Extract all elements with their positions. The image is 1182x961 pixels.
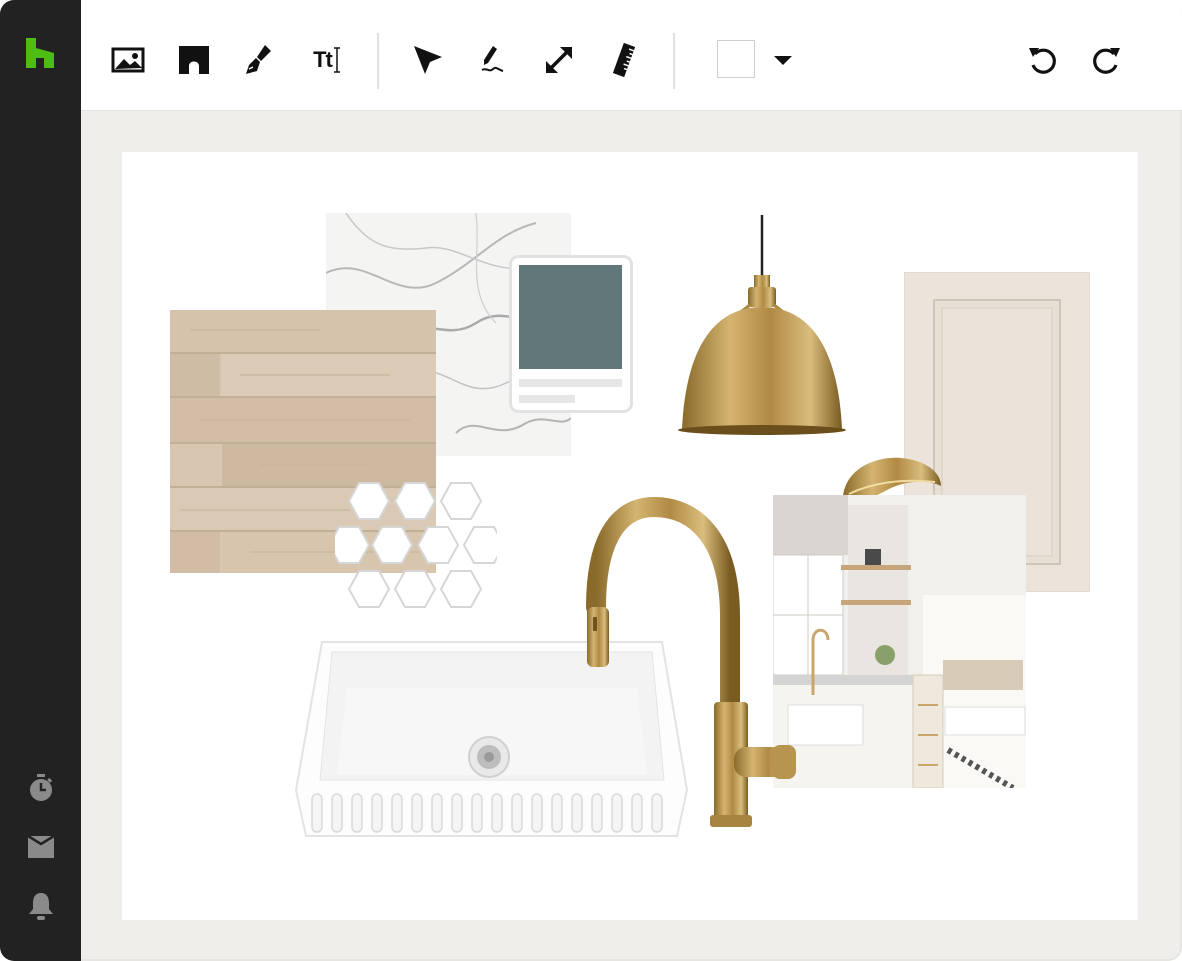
brass-pull-down-faucet[interactable]: [584, 496, 804, 837]
toolbar-divider: [377, 33, 379, 89]
redo-icon[interactable]: [1086, 40, 1126, 80]
toolbar-divider: [673, 33, 675, 89]
houzz-logo-icon[interactable]: [24, 36, 58, 70]
ruler-icon[interactable]: [604, 40, 644, 80]
image-icon[interactable]: [108, 40, 148, 80]
kitchen-inspiration-photo[interactable]: [772, 495, 1026, 795]
bell-icon[interactable]: [24, 889, 58, 923]
stopwatch-icon[interactable]: [24, 771, 58, 805]
fill-color-swatch[interactable]: [717, 40, 755, 78]
paint-swatch-card[interactable]: [509, 255, 633, 413]
white-hexagon-tile[interactable]: [327, 481, 506, 613]
arch-shape-icon[interactable]: [174, 40, 214, 80]
app-window: Tt: [0, 0, 1182, 961]
sidebar: [0, 0, 81, 961]
text-icon[interactable]: Tt: [305, 40, 349, 80]
resize-arrow-icon[interactable]: [539, 40, 579, 80]
inbox-icon[interactable]: [24, 830, 58, 864]
paintbrush-icon[interactable]: [239, 40, 279, 80]
brass-pendant-light[interactable]: [676, 215, 848, 437]
chevron-down-icon[interactable]: [771, 50, 795, 70]
moodboard-canvas[interactable]: [122, 152, 1138, 920]
text-tool-label: Tt: [313, 47, 333, 72]
pointer-arrow-icon[interactable]: [408, 40, 448, 80]
undo-icon[interactable]: [1023, 40, 1063, 80]
pen-icon[interactable]: [474, 40, 514, 80]
toolbar: Tt: [81, 0, 1182, 111]
